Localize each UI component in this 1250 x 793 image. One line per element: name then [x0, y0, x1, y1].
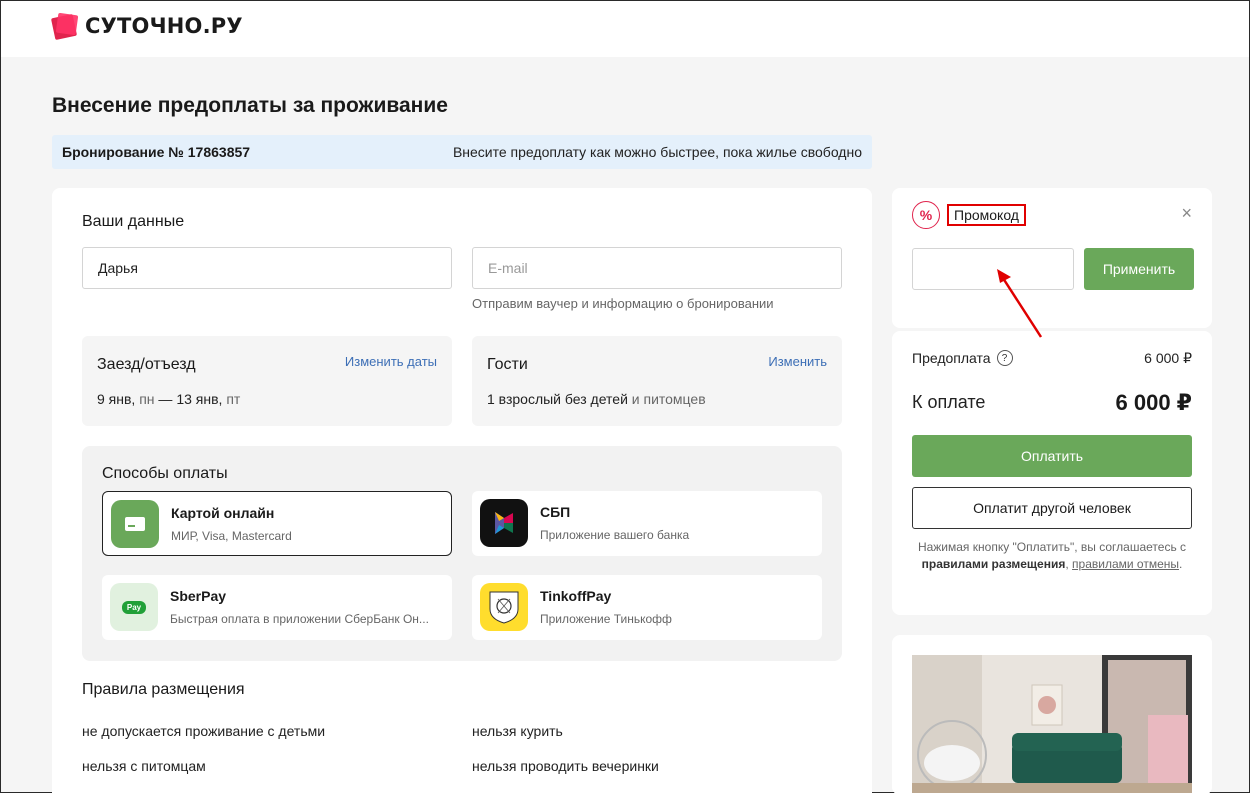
change-guests-link[interactable]: Изменить: [768, 354, 827, 369]
payment-option-tinkoff[interactable]: TinkoffPay Приложение Тинькофф: [472, 575, 822, 640]
booking-banner: Бронирование № 17863857 Внесите предопла…: [52, 135, 872, 169]
prepay-row: Предоплата ?: [912, 350, 1013, 366]
booking-note: Внесите предоплату как можно быстрее, по…: [452, 144, 862, 160]
percent-icon: %: [912, 201, 940, 229]
property-photo[interactable]: [912, 655, 1192, 793]
apply-promo-button[interactable]: Применить: [1084, 248, 1194, 290]
day-to: пт: [226, 391, 241, 407]
page-title: Внесение предоплаты за проживание: [52, 94, 448, 117]
tinkoff-icon: [480, 583, 528, 631]
email-field[interactable]: E-mail: [472, 247, 842, 289]
change-dates-link[interactable]: Изменить даты: [345, 354, 437, 369]
payment-option-name: TinkoffPay: [540, 588, 612, 604]
date-to: 13 янв,: [176, 391, 223, 407]
payment-option-name: SberPay: [170, 588, 227, 604]
rules-title: Правила размещения: [82, 681, 245, 698]
date-separator: —: [158, 391, 173, 407]
close-icon[interactable]: ×: [1181, 203, 1192, 224]
sberpay-icon: Pay: [110, 583, 158, 631]
header: СУТОЧНО.РУ: [1, 1, 1249, 57]
payment-methods: Способы оплаты Картой онлайн МИР, Visa, …: [82, 446, 842, 661]
total-value: 6 000 ₽: [1115, 390, 1192, 415]
rule-item: нельзя курить: [472, 723, 563, 739]
guests-count: 1 взрослый без детей: [487, 391, 628, 407]
total-label: К оплате: [912, 392, 986, 412]
day-from: пн: [139, 391, 155, 407]
pay-by-other-button[interactable]: Оплатит другой человек: [912, 487, 1192, 529]
property-photo-card: [892, 635, 1212, 793]
guests-title: Гости: [487, 356, 528, 373]
payment-option-name: СБП: [540, 504, 571, 520]
payment-option-card[interactable]: Картой онлайн МИР, Visa, Mastercard: [102, 491, 452, 556]
email-hint: Отправим ваучер и информацию о бронирова…: [472, 296, 774, 311]
payment-option-desc: Быстрая оплата в приложении СберБанк Он.…: [170, 612, 429, 626]
logo-mark-icon: [50, 12, 79, 41]
pay-button[interactable]: Оплатить: [912, 435, 1192, 477]
rule-item: нельзя проводить вечеринки: [472, 758, 659, 774]
dates-box: Заезд/отъезд Изменить даты 9 янв, пн — 1…: [82, 336, 452, 426]
payment-option-desc: МИР, Visa, Mastercard: [171, 529, 292, 543]
terms-separator: ,: [1065, 557, 1069, 571]
rule-item: нельзя с питомцам: [82, 758, 206, 774]
sberpay-icon-text: Pay: [121, 600, 147, 614]
payment-option-desc: Приложение Тинькофф: [540, 612, 672, 626]
date-from: 9 янв,: [97, 391, 136, 407]
payment-option-desc: Приложение вашего банка: [540, 528, 690, 542]
terms-prefix: Нажимая кнопку "Оплатить", вы соглашаете…: [917, 540, 1187, 554]
booking-form-card: Ваши данные Дарья E-mail Отправим ваучер…: [52, 188, 872, 793]
terms-text: Нажимая кнопку "Оплатить", вы соглашаете…: [912, 539, 1192, 573]
rule-item: не допускается проживание с детьми: [82, 723, 326, 739]
promo-card: % Промокод × Применить: [892, 188, 1212, 328]
guests-pets: и питомцев: [631, 391, 706, 407]
prepay-label: Предоплата: [912, 350, 991, 366]
guests-box: Гости Изменить 1 взрослый без детей и пи…: [472, 336, 842, 426]
name-field[interactable]: Дарья: [82, 247, 452, 289]
user-data-title: Ваши данные: [82, 213, 185, 230]
payment-option-sbp[interactable]: СБП Приложение вашего банка: [472, 491, 822, 556]
payment-option-name: Картой онлайн: [171, 505, 275, 521]
dates-value: 9 янв, пн — 13 янв, пт: [97, 391, 240, 407]
annotation-arrow-icon: [997, 269, 1043, 338]
dates-title: Заезд/отъезд: [97, 356, 196, 373]
payment-methods-title: Способы оплаты: [102, 465, 228, 482]
cancellation-rules-link[interactable]: правилами отмены: [1072, 557, 1179, 571]
summary-card: Предоплата ? 6 000 ₽ К оплате 6 000 ₽ Оп…: [892, 331, 1212, 615]
prepay-value: 6 000 ₽: [1144, 350, 1192, 366]
payment-option-sberpay[interactable]: Pay SberPay Быстрая оплата в приложении …: [102, 575, 452, 640]
terms-end: .: [1179, 557, 1183, 571]
card-icon: [111, 500, 159, 548]
logo[interactable]: СУТОЧНО.РУ: [50, 11, 243, 41]
promo-label: Промокод: [947, 204, 1026, 226]
help-icon[interactable]: ?: [996, 350, 1013, 366]
placement-rules-link[interactable]: правилами размещения: [922, 557, 1066, 571]
booking-number: Бронирование № 17863857: [62, 144, 251, 160]
guests-value: 1 взрослый без детей и питомцев: [487, 391, 706, 407]
sbp-icon: [480, 499, 528, 547]
logo-text: СУТОЧНО.РУ: [85, 14, 243, 38]
